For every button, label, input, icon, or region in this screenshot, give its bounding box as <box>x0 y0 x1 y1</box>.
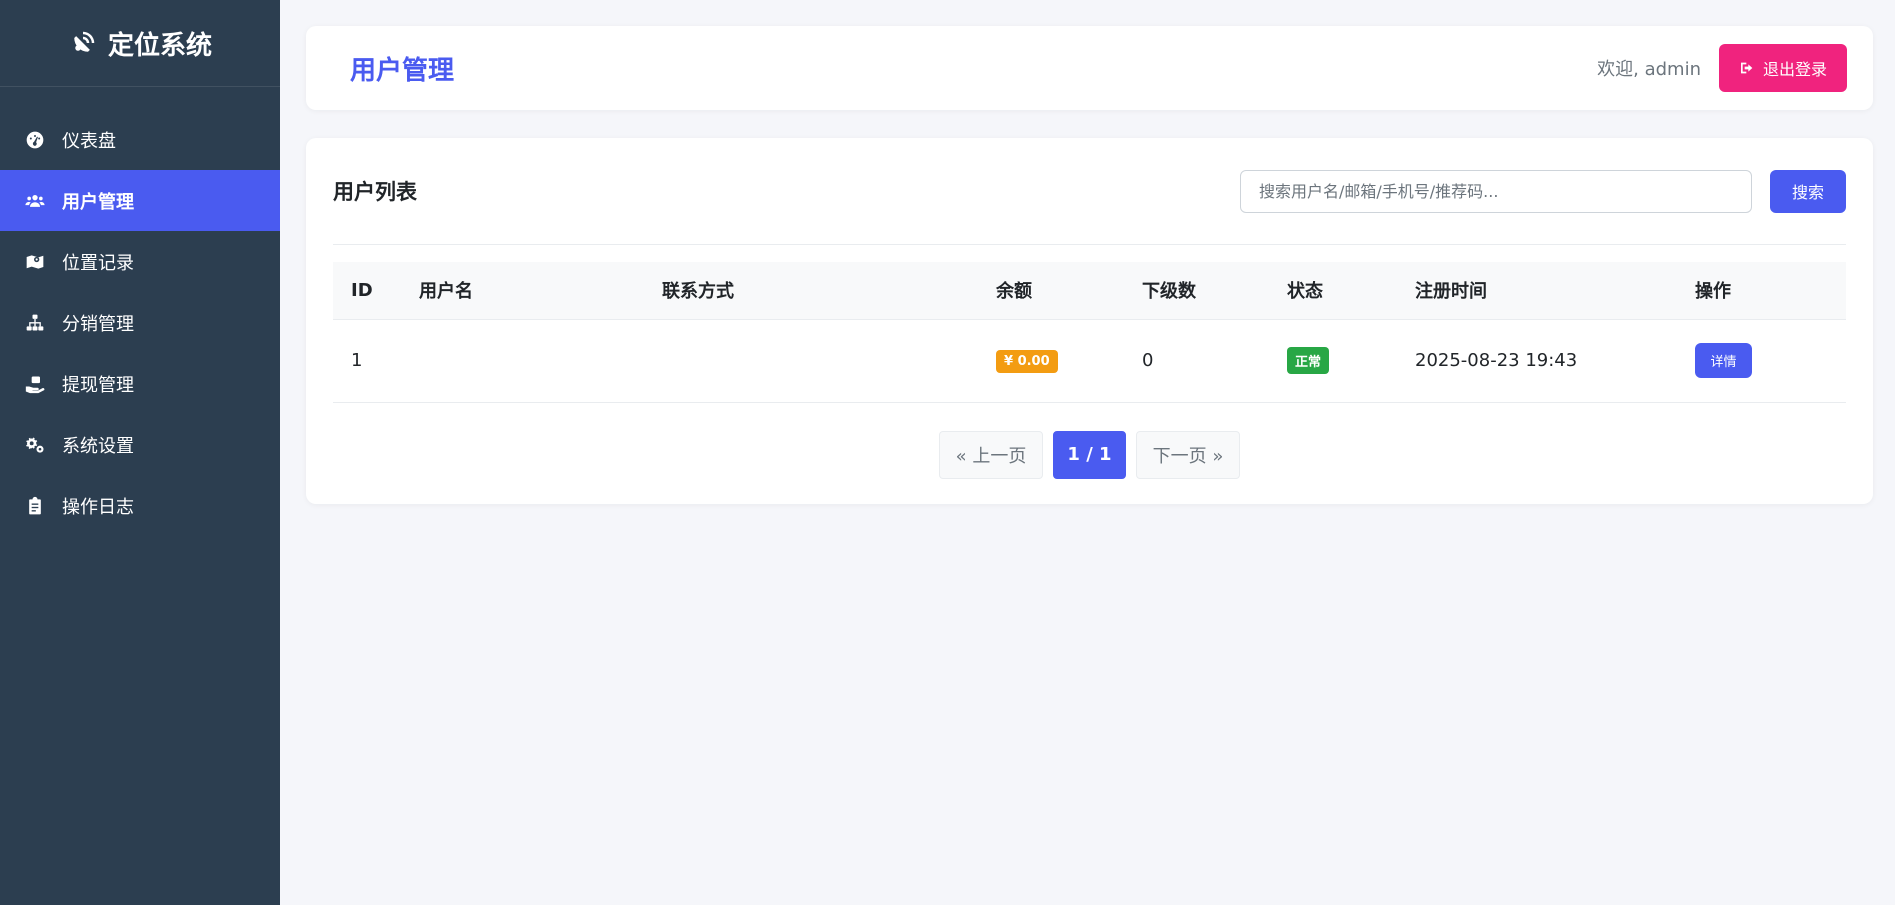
search-bar: 搜索 <box>1240 169 1846 213</box>
brand-title: 定位系统 <box>107 30 212 61</box>
pagination: « 上一页 1 / 1 下一页 » <box>333 430 1846 479</box>
search-input[interactable] <box>1240 169 1752 213</box>
list-title: 用户列表 <box>333 180 417 204</box>
sidebar-item-label: 用户管理 <box>62 191 134 213</box>
cell-actions: 详情 <box>1695 319 1846 403</box>
cell-id: 1 <box>333 319 419 403</box>
sidebar-item-users[interactable]: 用户管理 <box>0 170 280 231</box>
logout-label: 退出登录 <box>1762 62 1827 79</box>
sidebar-item-label: 系统设置 <box>62 435 134 457</box>
sign-out-icon <box>1740 62 1753 74</box>
satellite-dish-icon <box>68 28 98 58</box>
status-badge: 正常 <box>1287 347 1330 374</box>
sidebar-item-distribution[interactable]: 分销管理 <box>0 292 280 353</box>
sidebar-item-withdrawals[interactable]: 提现管理 <box>0 353 280 414</box>
cell-contact <box>662 319 996 403</box>
balance-badge: ¥ 0.00 <box>996 349 1058 373</box>
sidebar-item-logs[interactable]: 操作日志 <box>0 475 280 536</box>
brand: 定位系统 <box>0 0 280 87</box>
cell-registered: 2025-08-23 19:43 <box>1415 319 1695 403</box>
cell-sub-count: 0 <box>1142 319 1287 403</box>
current-page-indicator[interactable]: 1 / 1 <box>1053 430 1126 479</box>
hand-money-icon <box>24 373 46 395</box>
header-right: 欢迎, admin 退出登录 <box>1597 44 1847 92</box>
sidebar-item-label: 操作日志 <box>62 496 134 518</box>
col-registered[interactable]: 注册时间 <box>1415 262 1695 320</box>
col-actions: 操作 <box>1695 262 1846 320</box>
col-sub-count[interactable]: 下级数 <box>1142 262 1287 320</box>
sidebar-item-settings[interactable]: 系统设置 <box>0 414 280 475</box>
sidebar-item-locations[interactable]: 位置记录 <box>0 231 280 292</box>
map-icon <box>24 251 46 273</box>
table-row: 1 ¥ 0.00 0 正常 2025-08-23 19:43 详情 <box>333 319 1846 403</box>
col-id[interactable]: ID <box>333 262 419 320</box>
detail-button[interactable]: 详情 <box>1695 343 1752 378</box>
page-header: 用户管理 欢迎, admin 退出登录 <box>306 26 1873 110</box>
clipboard-icon <box>24 495 46 517</box>
page-title: 用户管理 <box>350 55 455 86</box>
sidebar-item-label: 仪表盘 <box>62 130 116 152</box>
cell-balance: ¥ 0.00 <box>996 319 1142 403</box>
col-username[interactable]: 用户名 <box>419 262 662 320</box>
cell-status: 正常 <box>1287 319 1415 403</box>
user-list-card: 用户列表 搜索 ID 用户名 联系方式 余额 下级数 状态 注册时间 <box>306 138 1873 504</box>
sidebar-nav: 仪表盘 用户管理 位置记录 分销管理 提现管理 系统设置 操作日志 <box>0 109 280 536</box>
sidebar-item-label: 位置记录 <box>62 252 134 274</box>
col-balance[interactable]: 余额 <box>996 262 1142 320</box>
user-table: ID 用户名 联系方式 余额 下级数 状态 注册时间 操作 1 ¥ 0.00 0 <box>333 262 1846 403</box>
cell-username <box>419 319 662 403</box>
search-button[interactable]: 搜索 <box>1770 169 1846 213</box>
next-page-button[interactable]: 下一页 » <box>1136 430 1240 479</box>
table-header-row: ID 用户名 联系方式 余额 下级数 状态 注册时间 操作 <box>333 262 1846 320</box>
col-contact[interactable]: 联系方式 <box>662 262 996 320</box>
welcome-text: 欢迎, admin <box>1597 59 1701 80</box>
users-icon <box>24 190 46 212</box>
logout-button[interactable]: 退出登录 <box>1718 44 1847 92</box>
gears-icon <box>24 434 46 456</box>
sitemap-icon <box>24 312 46 334</box>
sidebar-item-dashboard[interactable]: 仪表盘 <box>0 109 280 170</box>
dashboard-icon <box>24 129 46 151</box>
sidebar: 定位系统 仪表盘 用户管理 位置记录 分销管理 提现管理 系统设置 操作日志 <box>0 0 280 905</box>
list-header: 用户列表 搜索 <box>333 138 1846 245</box>
sidebar-item-label: 提现管理 <box>62 374 134 396</box>
sidebar-item-label: 分销管理 <box>62 313 134 335</box>
col-status[interactable]: 状态 <box>1287 262 1415 320</box>
prev-page-button[interactable]: « 上一页 <box>939 430 1043 479</box>
